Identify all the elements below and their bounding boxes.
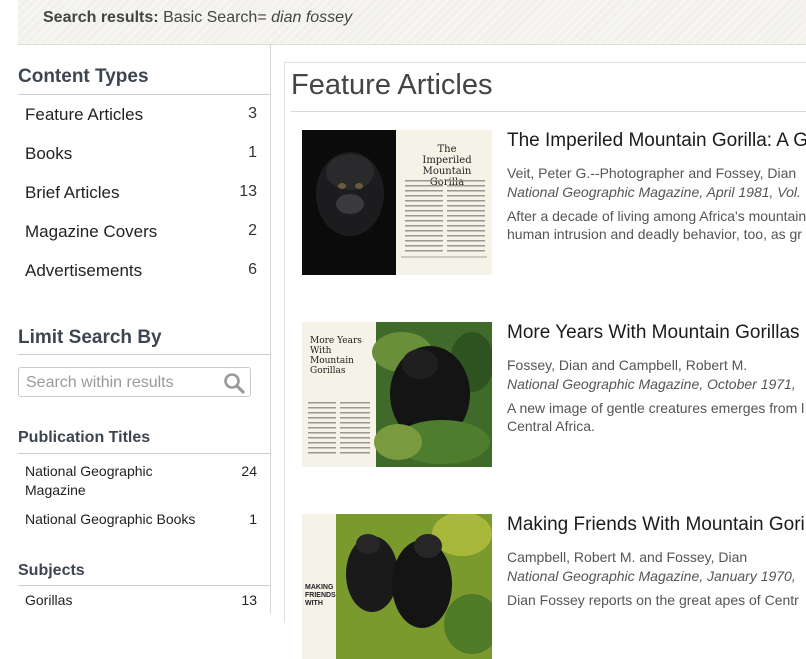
publication-item[interactable]: National Geographic Magazine 24 — [25, 462, 257, 500]
page-title: Feature Articles — [291, 69, 493, 101]
publication-item[interactable]: National Geographic Books 1 — [25, 510, 257, 529]
content-type-item[interactable]: Advertisements 6 — [25, 261, 257, 281]
thumbnail-page-title: More Years With Mountain Gorillas — [310, 336, 362, 376]
article-description-line: After a decade of living among Africa's … — [507, 208, 806, 224]
divider — [291, 111, 806, 112]
article-title-link[interactable]: Making Friends With Mountain Goril — [507, 514, 806, 536]
article-description-line: Dian Fossey reports on the great apes of… — [507, 592, 799, 608]
article-authors: Campbell, Robert M. and Fossey, Dian — [507, 549, 748, 565]
content-type-count: 13 — [239, 183, 257, 200]
content-type-label: Books — [25, 144, 73, 163]
search-results-bar: Search results: Basic Search= dian fosse… — [18, 0, 806, 45]
search-results-text: Search results: Basic Search= dian fosse… — [43, 9, 352, 27]
search-results-label: Search results: — [43, 9, 159, 26]
article-description-line: A new image of gentle creatures emerges … — [507, 400, 805, 416]
publication-count: 24 — [241, 463, 257, 479]
content-type-item[interactable]: Brief Articles 13 — [25, 183, 257, 203]
publication-label: National Geographic Books — [25, 511, 196, 527]
subject-count: 13 — [241, 592, 257, 608]
sidebar: Content Types Feature Articles 3 Books 1… — [18, 44, 271, 614]
article-thumbnail[interactable]: More Years With Mountain Gorillas — [302, 322, 492, 467]
content-type-label: Brief Articles — [25, 183, 120, 202]
main-content: Feature Articles The Imperiled Mountain … — [284, 62, 806, 659]
search-within-box — [18, 367, 251, 397]
article-title-link[interactable]: More Years With Mountain Gorillas — [507, 322, 800, 344]
limit-search-heading: Limit Search By — [18, 327, 162, 348]
article-source: National Geographic Magazine, October 19… — [507, 376, 796, 392]
divider — [18, 453, 270, 454]
search-query: dian fossey — [271, 9, 353, 26]
article-description-line: Central Africa. — [507, 418, 595, 434]
content-type-label: Magazine Covers — [25, 222, 158, 241]
article-authors: Veit, Peter G.--Photographer and Fossey,… — [507, 165, 797, 181]
content-type-label: Advertisements — [25, 261, 143, 280]
article-title-link[interactable]: The Imperiled Mountain Gorilla: A G — [507, 130, 806, 152]
article-thumbnail[interactable]: The Imperiled Mountain Gorilla — [302, 130, 492, 275]
article-source: National Geographic Magazine, January 19… — [507, 568, 796, 584]
content-type-label: Feature Articles — [25, 105, 144, 124]
article-authors: Fossey, Dian and Campbell, Robert M. — [507, 357, 748, 373]
article-source: National Geographic Magazine, April 1981… — [507, 184, 801, 200]
content-types-heading: Content Types — [18, 66, 149, 87]
article-page-image — [405, 180, 485, 252]
content-type-count: 2 — [248, 222, 257, 239]
search-within-input[interactable] — [24, 373, 223, 393]
subject-label: Gorillas — [25, 592, 73, 608]
search-icon[interactable] — [222, 371, 246, 395]
content-type-count: 6 — [248, 261, 257, 278]
article-description-line: human intrusion and deadly behavior, too… — [507, 226, 802, 242]
thumbnail-page-title: MAKING FRIENDS WITH — [305, 584, 336, 607]
subject-item[interactable]: Gorillas 13 — [25, 591, 257, 610]
content-type-item[interactable]: Magazine Covers 2 — [25, 222, 257, 242]
publication-count: 1 — [249, 511, 257, 527]
content-type-count: 1 — [248, 144, 257, 161]
divider — [18, 94, 270, 95]
content-type-count: 3 — [248, 105, 257, 122]
divider — [18, 354, 270, 355]
subjects-heading: Subjects — [18, 562, 85, 579]
divider — [18, 585, 270, 586]
publication-label: National Geographic Magazine — [25, 463, 153, 498]
publication-titles-heading: Publication Titles — [18, 429, 151, 446]
content-type-item[interactable]: Feature Articles 3 — [25, 105, 257, 125]
search-query-prefix: Basic Search= — [163, 9, 267, 26]
article-thumbnail[interactable]: MAKING FRIENDS WITH — [302, 514, 492, 659]
content-type-item[interactable]: Books 1 — [25, 144, 257, 164]
